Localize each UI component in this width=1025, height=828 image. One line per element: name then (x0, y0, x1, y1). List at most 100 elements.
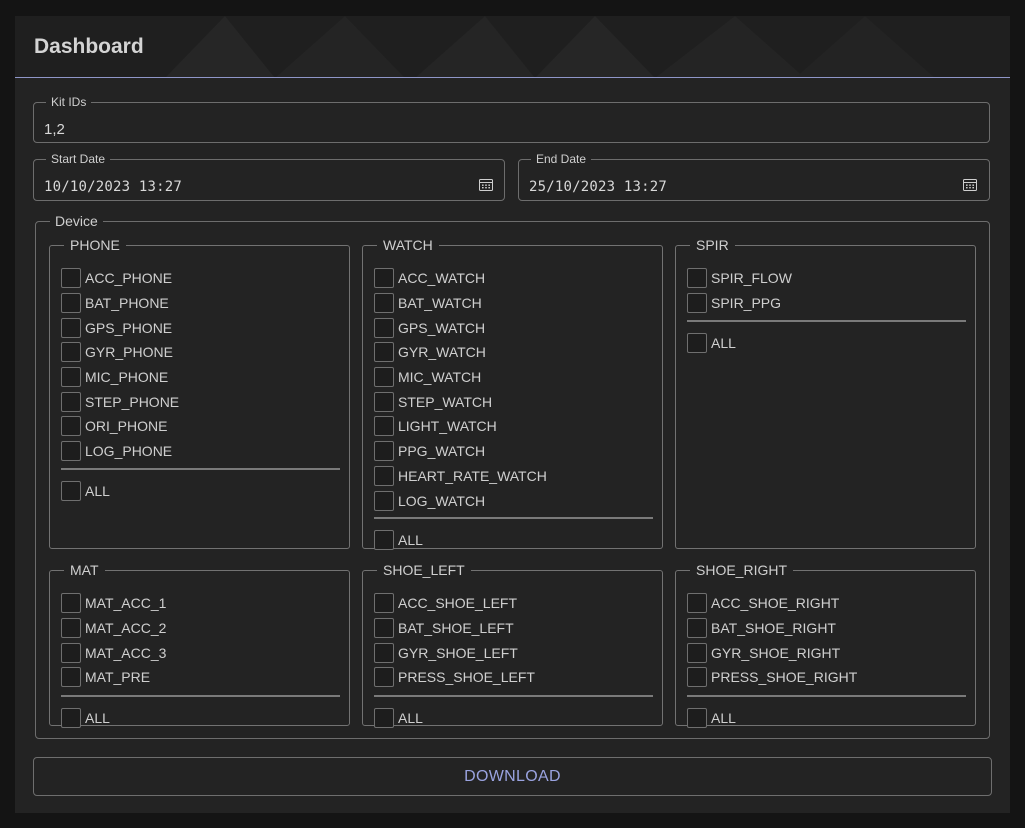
checkbox-item[interactable]: BAT_WATCH (374, 291, 547, 316)
checkbox[interactable] (374, 490, 394, 511)
checkbox-item[interactable]: PRESS_SHOE_LEFT (374, 665, 535, 690)
checkbox-item[interactable]: GPS_PHONE (61, 315, 179, 340)
checkbox-label: PRESS_SHOE_LEFT (398, 669, 535, 686)
checkbox[interactable] (374, 367, 394, 388)
checkbox[interactable] (61, 593, 81, 614)
checkbox[interactable] (61, 342, 81, 363)
checkbox-item[interactable]: MAT_ACC_2 (61, 616, 166, 641)
checkbox-item[interactable]: LOG_WATCH (374, 488, 547, 513)
kit-ids-input[interactable]: 1,2 (44, 121, 65, 138)
start-date-label: Start Date (51, 152, 106, 166)
checkbox-item[interactable]: LIGHT_WATCH (374, 414, 547, 439)
checkbox[interactable] (61, 416, 81, 437)
calendar-icon[interactable] (479, 178, 493, 191)
checkbox[interactable] (374, 465, 394, 486)
checkbox[interactable] (687, 293, 707, 314)
checkbox[interactable] (374, 391, 394, 412)
end-date-input[interactable]: 25/10/2023 13:27 (529, 179, 667, 195)
divider (374, 517, 653, 519)
checkbox-all[interactable]: ALL (687, 331, 736, 356)
checkbox-item[interactable]: GYR_SHOE_LEFT (374, 640, 535, 665)
checkbox[interactable] (61, 708, 81, 729)
checkbox-item[interactable]: HEART_RATE_WATCH (374, 464, 547, 489)
start-date-field[interactable]: Start Date 10/10/2023 13:27 (33, 153, 505, 201)
checkbox-item[interactable]: MAT_PRE (61, 665, 166, 690)
divider (687, 320, 966, 322)
checkbox[interactable] (374, 708, 394, 729)
group-shoe-left: SHOE_LEFT ACC_SHOE_LEFT BAT_SHOE_LEFT GY… (362, 563, 663, 729)
checkbox-item[interactable]: STEP_PHONE (61, 389, 179, 414)
kit-ids-field[interactable]: Kit IDs 1,2 (33, 96, 990, 143)
device-section: Device PHONE ACC_PHONE BAT_PHONE GPS_PHO… (35, 214, 990, 739)
checkbox-item[interactable]: GPS_WATCH (374, 315, 547, 340)
checkbox[interactable] (61, 642, 81, 663)
divider (61, 468, 340, 470)
checkbox[interactable] (687, 333, 707, 354)
checkbox[interactable] (374, 268, 394, 289)
checkbox[interactable] (61, 317, 81, 338)
checkbox-item[interactable]: BAT_PHONE (61, 291, 179, 316)
checkbox[interactable] (61, 268, 81, 289)
checkbox[interactable] (374, 618, 394, 639)
checkbox-all[interactable]: ALL (374, 528, 423, 553)
checkbox[interactable] (687, 593, 707, 614)
checkbox-item[interactable]: MIC_PHONE (61, 365, 179, 390)
checkbox[interactable] (61, 618, 81, 639)
checkbox[interactable] (374, 593, 394, 614)
checkbox[interactable] (687, 268, 707, 289)
checkbox-item[interactable]: BAT_SHOE_RIGHT (687, 616, 857, 641)
checkbox[interactable] (61, 441, 81, 462)
checkbox[interactable] (687, 618, 707, 639)
checkbox-item[interactable]: BAT_SHOE_LEFT (374, 616, 535, 641)
checkbox-item[interactable]: PRESS_SHOE_RIGHT (687, 665, 857, 690)
checkbox-item[interactable]: ACC_SHOE_LEFT (374, 591, 535, 616)
checkbox-item[interactable]: GYR_WATCH (374, 340, 547, 365)
checkbox[interactable] (374, 667, 394, 688)
checkbox-label: ALL (398, 710, 423, 727)
end-date-field[interactable]: End Date 25/10/2023 13:27 (518, 153, 990, 201)
checkbox[interactable] (374, 416, 394, 437)
checkbox-all[interactable]: ALL (61, 706, 110, 731)
checkbox-label: ORI_PHONE (85, 418, 168, 435)
checkbox[interactable] (374, 293, 394, 314)
checkbox-item[interactable]: MAT_ACC_3 (61, 640, 166, 665)
checkbox[interactable] (374, 441, 394, 462)
checkbox-item[interactable]: GYR_SHOE_RIGHT (687, 640, 857, 665)
checkbox-all[interactable]: ALL (374, 706, 423, 731)
checkbox-item[interactable]: LOG_PHONE (61, 439, 179, 464)
checkbox[interactable] (374, 342, 394, 363)
checkbox[interactable] (374, 642, 394, 663)
checkbox-item[interactable]: MIC_WATCH (374, 365, 547, 390)
checkbox-item[interactable]: STEP_WATCH (374, 389, 547, 414)
checkbox-item[interactable]: ACC_PHONE (61, 266, 179, 291)
checkbox-item[interactable]: SPIR_PPG (687, 291, 792, 316)
checkbox[interactable] (374, 530, 394, 551)
checkbox-all[interactable]: ALL (687, 706, 736, 731)
checkbox[interactable] (61, 481, 81, 502)
checkbox[interactable] (687, 642, 707, 663)
checkbox[interactable] (61, 667, 81, 688)
start-date-input[interactable]: 10/10/2023 13:27 (44, 179, 182, 195)
checkbox[interactable] (61, 391, 81, 412)
checkbox[interactable] (374, 317, 394, 338)
checkbox-all[interactable]: ALL (61, 479, 110, 504)
checkbox-label: GYR_PHONE (85, 344, 173, 361)
checkbox-list: SPIR_FLOW SPIR_PPG (687, 266, 792, 315)
checkbox[interactable] (687, 708, 707, 729)
group-phone: PHONE ACC_PHONE BAT_PHONE GPS_PHONE GYR_… (49, 238, 350, 549)
checkbox[interactable] (687, 667, 707, 688)
checkbox-item[interactable]: PPG_WATCH (374, 439, 547, 464)
checkbox-item[interactable]: ACC_WATCH (374, 266, 547, 291)
calendar-icon[interactable] (963, 178, 977, 191)
checkbox-item[interactable]: ORI_PHONE (61, 414, 179, 439)
checkbox-label: ALL (711, 710, 736, 727)
download-button[interactable]: DOWNLOAD (33, 757, 992, 796)
checkbox-item[interactable]: ACC_SHOE_RIGHT (687, 591, 857, 616)
checkbox-item[interactable]: MAT_ACC_1 (61, 591, 166, 616)
checkbox-label: ALL (711, 335, 736, 352)
checkbox-item[interactable]: GYR_PHONE (61, 340, 179, 365)
checkbox[interactable] (61, 367, 81, 388)
checkbox[interactable] (61, 293, 81, 314)
group-mat: MAT MAT_ACC_1 MAT_ACC_2 MAT_ACC_3 MAT_PR… (49, 563, 350, 729)
checkbox-item[interactable]: SPIR_FLOW (687, 266, 792, 291)
